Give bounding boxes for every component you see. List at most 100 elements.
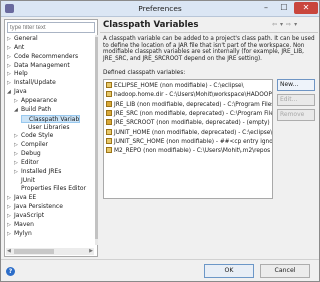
- folder-icon: [106, 128, 112, 135]
- tree-item[interactable]: Classpath Variab: [21, 114, 81, 124]
- tree-item[interactable]: User Libraries: [21, 124, 70, 132]
- variables-list-label: Defined classpath variables:: [103, 70, 186, 76]
- ok-button[interactable]: OK: [204, 264, 254, 278]
- tree-item-label: JUnit: [21, 176, 35, 184]
- preference-page: Classpath Variables ⇦ ▾ ⇨ ▾ A classpath var…: [100, 19, 318, 257]
- tree-expand-icon[interactable]: ▷: [7, 53, 14, 61]
- scroll-right-icon[interactable]: ▶: [89, 248, 93, 255]
- edit-button[interactable]: Edit...: [277, 94, 315, 106]
- tree-item[interactable]: ▷ Java EE: [7, 194, 36, 202]
- list-item[interactable]: JUNIT_SRC_HOME (non modifiable) - ##<cp …: [106, 137, 273, 147]
- tree-vertical-scrollbar[interactable]: [95, 35, 98, 245]
- tree-expand-icon[interactable]: ▷: [7, 35, 14, 43]
- tree-item[interactable]: ▷ Help: [7, 70, 28, 78]
- tree-item[interactable]: ▷ Code Style: [14, 132, 53, 140]
- tree-expand-icon[interactable]: ▷: [7, 230, 14, 238]
- tree-item[interactable]: ▷ Editor: [14, 159, 39, 167]
- list-item[interactable]: JRE_SRC (non modifiable, deprecated) - C…: [106, 109, 273, 119]
- preferences-window: Preferences – ☐ ✕ ▷General▷Ant▷Code Reco…: [0, 0, 320, 282]
- list-item[interactable]: M2_REPO (non modifiable) - C:\Users\Mohi…: [106, 147, 270, 156]
- tree-item-label: JavaScript: [14, 212, 45, 219]
- tree-expand-icon[interactable]: ▷: [7, 70, 14, 78]
- tree-item-label: Data Management: [14, 61, 70, 69]
- remove-button[interactable]: Remove: [277, 109, 315, 121]
- folder-icon: [106, 137, 112, 144]
- list-item[interactable]: JRE_LIB (non modifiable, deprecated) - C…: [106, 100, 272, 110]
- tree-item[interactable]: JUnit: [14, 177, 35, 185]
- tree-item[interactable]: ▷ Java Persistence: [7, 203, 63, 211]
- tree-expand-icon[interactable]: ▷: [7, 79, 14, 87]
- tree-item[interactable]: ▷ Compiler: [14, 141, 48, 149]
- list-item[interactable]: JUNIT_HOME (non modifiable, deprecated) …: [106, 128, 272, 138]
- tree-item-label: Build Path: [21, 105, 52, 113]
- folder-icon: [106, 147, 112, 154]
- title-bar[interactable]: Preferences – ☐ ✕: [1, 1, 319, 17]
- tree-expand-icon[interactable]: ▷: [14, 159, 21, 167]
- back-arrow-icon[interactable]: ⇦: [272, 21, 277, 28]
- tree-item[interactable]: ▷ Mylyn: [7, 230, 32, 238]
- help-icon[interactable]: ?: [6, 267, 15, 276]
- forward-arrow-icon[interactable]: ⇨: [286, 21, 291, 28]
- tree-item[interactable]: ▷ Appearance: [14, 97, 57, 105]
- tree-item[interactable]: ▷ Ant: [7, 44, 24, 52]
- list-item[interactable]: ECLIPSE_HOME (non modifiable) - C:\eclip…: [106, 82, 244, 91]
- tree-item[interactable]: ▷ Maven: [7, 221, 34, 229]
- tree-item-label: Maven: [14, 220, 34, 228]
- list-item[interactable]: hadoop.home.dir - C:\Users\Mohit\workspa…: [106, 91, 272, 100]
- tree-item-label: Install/Update: [14, 79, 56, 87]
- forward-menu-icon[interactable]: ▾: [294, 21, 297, 28]
- tree-expand-icon[interactable]: ▷: [14, 150, 21, 158]
- tree-expand-icon[interactable]: ▷: [14, 132, 21, 140]
- tree-item[interactable]: ◢ Build Path: [14, 106, 51, 114]
- tree-expand-icon[interactable]: ▷: [14, 97, 21, 105]
- close-button[interactable]: ✕: [294, 2, 318, 14]
- tree-expand-icon[interactable]: ▷: [14, 141, 21, 149]
- tree-item[interactable]: Properties Files Editor: [14, 185, 86, 193]
- tree-item-label: Code Style: [21, 132, 54, 140]
- tree-item[interactable]: ▷ Debug: [14, 150, 41, 158]
- tree-item[interactable]: ▷ Code Recommenders: [7, 53, 78, 61]
- back-menu-icon[interactable]: ▾: [280, 21, 283, 28]
- tree-item-label: Code Recommenders: [14, 52, 79, 60]
- classpath-variables-list[interactable]: ECLIPSE_HOME (non modifiable) - C:\eclip…: [103, 79, 273, 199]
- tree-item[interactable]: ▷ Installed JREs: [14, 168, 61, 176]
- tree-item[interactable]: ▷ General: [7, 35, 38, 43]
- maximize-button[interactable]: ☐: [276, 2, 292, 14]
- jar-icon: [106, 100, 112, 107]
- variable-text: ECLIPSE_HOME (non modifiable) - C:\eclip…: [114, 83, 244, 89]
- minimize-button[interactable]: –: [258, 2, 274, 14]
- tree-expand-icon[interactable]: ▷: [7, 194, 14, 202]
- tree-item-label: Java Persistence: [14, 203, 63, 211]
- cancel-button[interactable]: Cancel: [260, 264, 310, 278]
- tree-expand-icon[interactable]: ▷: [7, 212, 14, 220]
- tree-item-label: Appearance: [21, 96, 58, 104]
- new-button[interactable]: New...: [277, 79, 315, 91]
- tree-expand-icon[interactable]: ◢: [7, 88, 14, 96]
- tree-item-label: General: [14, 35, 38, 42]
- scroll-left-icon[interactable]: ◀: [7, 248, 11, 255]
- tree-item-label: Mylyn: [14, 229, 32, 237]
- variable-text: hadoop.home.dir - C:\Users\Mohit\workspa…: [114, 92, 272, 99]
- variable-text: JRE_SRC (non modifiable, deprecated) - C…: [114, 110, 273, 117]
- tree-expand-icon[interactable]: ▷: [7, 44, 14, 52]
- tree-item[interactable]: ▷ JavaScript: [7, 212, 44, 220]
- variable-text: M2_REPO (non modifiable) - C:\Users\Mohi…: [114, 148, 271, 155]
- tree-vertical-scroll-thumb[interactable]: [95, 37, 98, 239]
- tree-item[interactable]: ◢ Java: [7, 88, 27, 96]
- tree-expand-icon[interactable]: ▷: [7, 62, 14, 70]
- tree-item-label: Debug: [21, 150, 41, 158]
- tree-expand-icon[interactable]: ▷: [7, 221, 14, 229]
- tree-item[interactable]: ▷ Install/Update: [7, 79, 56, 87]
- variable-text: JUNIT_SRC_HOME (non modifiable) - ##<cp …: [114, 138, 273, 145]
- page-navigation: ⇦ ▾ ⇨ ▾: [272, 21, 300, 28]
- list-item[interactable]: JRE_SRCROOT (non modifiable, deprecated)…: [106, 119, 270, 128]
- tree-horizontal-scroll-thumb[interactable]: [14, 249, 54, 254]
- tree-expand-icon[interactable]: ▷: [14, 168, 21, 176]
- tree-horizontal-scrollbar[interactable]: ◀ ▶: [6, 248, 94, 255]
- tree-item-label: Ant: [14, 43, 25, 51]
- filter-input[interactable]: [7, 22, 95, 33]
- tree-item-label: Editor: [21, 158, 39, 166]
- tree-expand-icon[interactable]: ▷: [7, 203, 14, 211]
- tree-expand-icon[interactable]: ◢: [14, 106, 21, 114]
- tree-item[interactable]: ▷ Data Management: [7, 62, 70, 70]
